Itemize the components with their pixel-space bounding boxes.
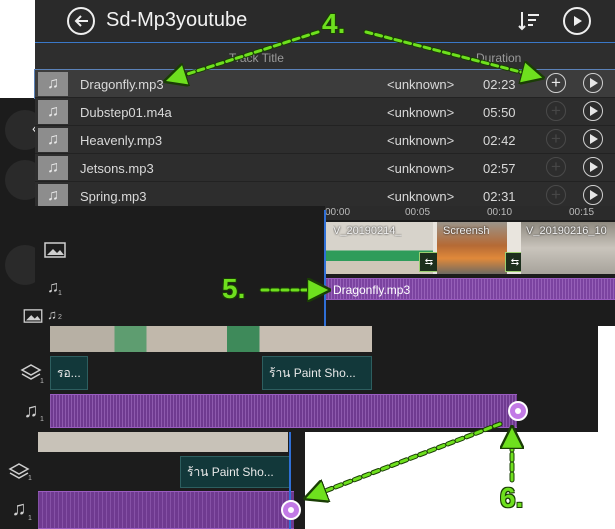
step-5-label: 5.: [222, 273, 246, 304]
step-4-label: 4.: [322, 8, 346, 39]
step-6-label: 6.: [500, 482, 524, 513]
annotation-arrows: [0, 29, 615, 529]
